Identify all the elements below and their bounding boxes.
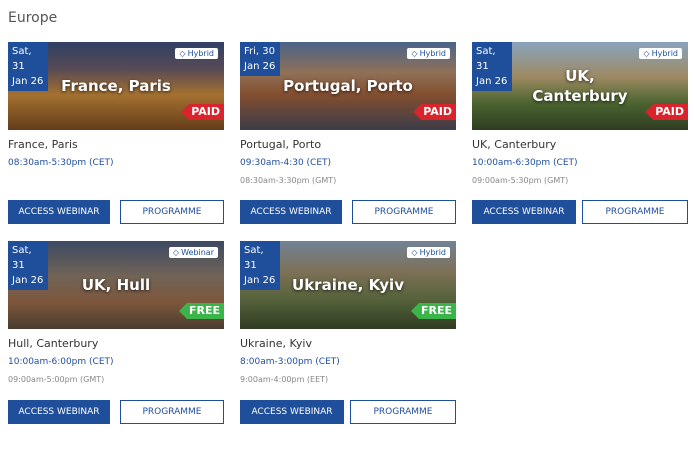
access-webinar-button[interactable]: ACCESS WEBINAR xyxy=(8,400,110,424)
event-thumbnail[interactable]: Portugal, Porto Fri, 30 Jan 26 ◇ Hybrid PA… xyxy=(240,42,456,130)
programme-button[interactable]: PROGRAMME xyxy=(120,200,224,224)
event-time-primary: 10:00am-6:30pm (CET) xyxy=(472,158,578,168)
event-thumbnail[interactable]: Ukraine, Kyiv Sat, 31 Jan 26 ◇ Hybrid FREE xyxy=(240,241,456,329)
event-card-hull: UK, Hull Sat, 31 Jan 26 ◇ Webinar FREE Hul… xyxy=(8,241,224,386)
date-badge: Sat, 31 Jan 26 xyxy=(8,42,48,91)
date-month: Jan 26 xyxy=(12,76,44,87)
date-badge: Sat, 31 Jan 26 xyxy=(8,241,48,290)
event-time-secondary: 09:00am-5:00pm (GMT) xyxy=(8,375,105,384)
price-badge: PAID xyxy=(413,104,456,120)
event-card-canterbury: UK, Canterbury Sat, 31 Jan 26 ◇ Hybrid PAI… xyxy=(472,42,688,187)
card-actions-porto: ACCESS WEBINAR PROGRAMME xyxy=(240,200,456,224)
event-name: UK, Canterbury xyxy=(472,138,557,151)
event-name: Hull, Canterbury xyxy=(8,337,99,350)
date-month: Jan 26 xyxy=(244,275,276,286)
programme-button[interactable]: PROGRAMME xyxy=(352,200,456,224)
event-time-primary: 08:30am-5:30pm (CET) xyxy=(8,158,114,168)
access-webinar-button[interactable]: ACCESS WEBINAR xyxy=(472,200,576,224)
event-thumbnail[interactable]: France, Paris Sat, 31 Jan 26 ◇ Hybrid PAID xyxy=(8,42,224,130)
access-webinar-button[interactable]: ACCESS WEBINAR xyxy=(240,400,344,424)
date-badge: Sat, 31 Jan 26 xyxy=(240,241,280,290)
event-type-label: Hybrid xyxy=(187,49,214,58)
date-badge: Sat, 31 Jan 26 xyxy=(472,42,512,91)
event-name: France, Paris xyxy=(8,138,78,151)
access-webinar-button[interactable]: ACCESS WEBINAR xyxy=(8,200,110,224)
event-time-primary: 09:30am-4:30 (CET) xyxy=(240,158,332,168)
event-type-label: Hybrid xyxy=(651,49,678,58)
event-card-kyiv: Ukraine, Kyiv Sat, 31 Jan 26 ◇ Hybrid FREE… xyxy=(240,241,456,386)
event-thumbnail[interactable]: UK, Canterbury Sat, 31 Jan 26 ◇ Hybrid PAI… xyxy=(472,42,688,130)
event-time-primary: 8:00am-3:00pm (CET) xyxy=(240,357,340,367)
event-thumbnail[interactable]: UK, Hull Sat, 31 Jan 26 ◇ Webinar FREE xyxy=(8,241,224,329)
event-type-tag: ◇ Hybrid xyxy=(175,48,218,59)
tag-icon: ◇ xyxy=(172,248,180,257)
card-actions-hull: ACCESS WEBINAR PROGRAMME xyxy=(8,400,224,424)
date-month: Jan 26 xyxy=(12,275,44,286)
price-badge: PAID xyxy=(645,104,688,120)
event-type-label: Hybrid xyxy=(419,248,446,257)
event-time-secondary: 9:00am-4:00pm (EET) xyxy=(240,375,329,384)
tag-icon: ◇ xyxy=(411,49,418,58)
event-type-label: Webinar xyxy=(181,248,214,257)
event-card-porto: Portugal, Porto Fri, 30 Jan 26 ◇ Hybrid PA… xyxy=(240,42,456,187)
card-actions-canterbury: ACCESS WEBINAR PROGRAMME xyxy=(472,200,688,224)
event-time-secondary: 08:30am-3:30pm (GMT) xyxy=(240,176,337,185)
tag-icon: ◇ xyxy=(643,49,650,58)
event-name: Portugal, Porto xyxy=(240,138,322,151)
date-day: Sat, 31 xyxy=(12,245,32,271)
event-card-paris: France, Paris Sat, 31 Jan 26 ◇ Hybrid PAID… xyxy=(8,42,224,187)
card-actions-kyiv: ACCESS WEBINAR PROGRAMME xyxy=(240,400,456,424)
event-type-tag: ◇ Webinar xyxy=(168,247,218,258)
programme-button[interactable]: PROGRAMME xyxy=(582,200,688,224)
date-day: Sat, 31 xyxy=(476,46,496,72)
date-day: Sat, 31 xyxy=(244,245,264,271)
event-type-tag: ◇ Hybrid xyxy=(407,48,450,59)
date-month: Jan 26 xyxy=(244,61,276,72)
event-name: Ukraine, Kyiv xyxy=(240,337,312,350)
event-type-tag: ◇ Hybrid xyxy=(407,247,450,258)
tag-icon: ◇ xyxy=(411,248,418,257)
price-badge: FREE xyxy=(410,303,456,319)
tag-icon: ◇ xyxy=(179,49,186,58)
date-badge: Fri, 30 Jan 26 xyxy=(240,42,280,76)
event-time-secondary: 09:00am-5:30pm (GMT) xyxy=(472,176,569,185)
date-month: Jan 26 xyxy=(476,76,508,87)
access-webinar-button[interactable]: ACCESS WEBINAR xyxy=(240,200,342,224)
date-day: Sat, 31 xyxy=(12,46,32,72)
card-actions-paris: ACCESS WEBINAR PROGRAMME xyxy=(8,200,224,224)
date-day: Fri, 30 xyxy=(244,46,275,57)
price-badge: PAID xyxy=(181,104,224,120)
region-title: Europe xyxy=(8,10,58,26)
programme-button[interactable]: PROGRAMME xyxy=(350,400,456,424)
event-type-tag: ◇ Hybrid xyxy=(639,48,682,59)
programme-button[interactable]: PROGRAMME xyxy=(120,400,224,424)
event-time-primary: 10:00am-6:00pm (CET) xyxy=(8,357,114,367)
event-time-secondary xyxy=(8,176,224,187)
event-type-label: Hybrid xyxy=(419,49,446,58)
price-badge: FREE xyxy=(178,303,224,319)
